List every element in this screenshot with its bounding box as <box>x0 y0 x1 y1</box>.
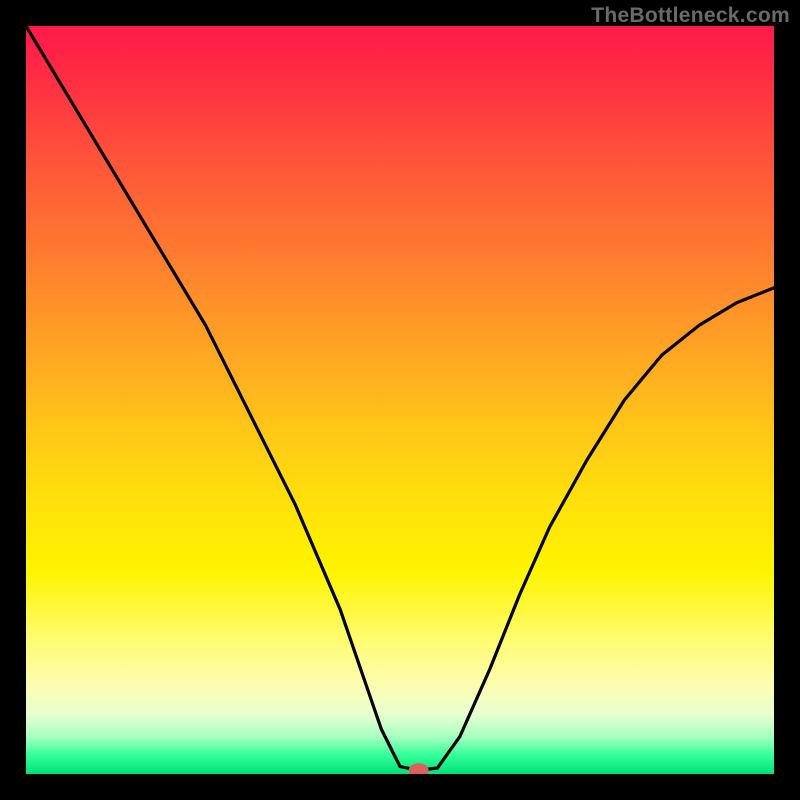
bottleneck-curve <box>26 26 774 770</box>
chart-frame: TheBottleneck.com <box>0 0 800 800</box>
curve-marker <box>409 763 429 774</box>
curve-svg <box>26 26 774 774</box>
watermark-text: TheBottleneck.com <box>591 4 790 28</box>
plot-area <box>26 26 774 774</box>
